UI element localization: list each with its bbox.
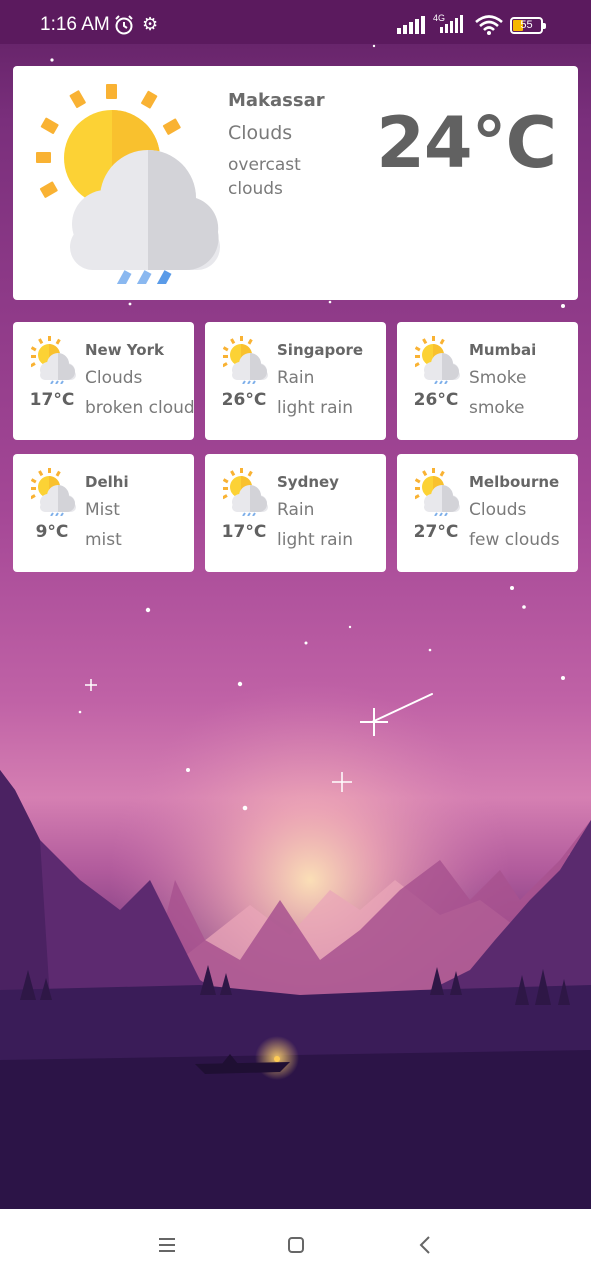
city-name: Sydney (277, 473, 339, 491)
status-bar: 1:16 AM ⚙ 4G 55 (0, 0, 591, 44)
city-description: smoke (469, 398, 525, 418)
sun-cloud-rain-icon (415, 468, 460, 516)
city-temperature: 17°C (29, 390, 75, 410)
city-name: Melbourne (469, 473, 560, 491)
sun-cloud-rain-icon (415, 336, 460, 384)
city-temperature: 26°C (413, 390, 459, 410)
gear-icon: ⚙ (142, 14, 159, 34)
main-description: overcast clouds (228, 155, 301, 199)
sun-cloud-rain-icon (223, 468, 268, 516)
main-city-name: Makassar (228, 90, 325, 111)
city-temperature: 27°C (413, 522, 459, 542)
current-weather-card[interactable]: Makassar Clouds overcast clouds 24°C (13, 66, 578, 300)
city-description: mist (85, 530, 122, 550)
main-temperature: 24°C (376, 102, 557, 184)
city-name: Mumbai (469, 341, 537, 359)
city-description: light rain (277, 530, 353, 550)
home-icon[interactable] (281, 1233, 311, 1257)
wifi-icon (474, 14, 504, 41)
network-type-icon: 4G (432, 12, 468, 41)
city-weather-card-delhi[interactable]: 9°C Delhi Mist mist (13, 454, 194, 572)
svg-text:4G: 4G (433, 13, 445, 23)
signal-icon (397, 15, 425, 40)
system-navigation-bar (0, 1209, 591, 1280)
city-description: light rain (277, 398, 353, 418)
battery-icon: 55 (510, 17, 546, 34)
menu-icon[interactable] (152, 1233, 182, 1257)
main-condition: Clouds (228, 122, 293, 144)
city-name: New York (85, 341, 164, 359)
city-weather-card-mumbai[interactable]: 26°C Mumbai Smoke smoke (397, 322, 578, 440)
city-weather-card-singapore[interactable]: 26°C Singapore Rain light rain (205, 322, 386, 440)
battery-level: 55 (520, 19, 533, 31)
sun-cloud-rain-icon (223, 336, 268, 384)
city-condition: Smoke (469, 368, 527, 388)
city-temperature: 9°C (35, 522, 69, 542)
city-name: Delhi (85, 473, 129, 491)
city-condition: Clouds (469, 500, 527, 520)
clock: 1:16 AM (40, 14, 110, 35)
city-condition: Mist (85, 500, 120, 520)
city-weather-card-sydney[interactable]: 17°C Sydney Rain light rain (205, 454, 386, 572)
city-condition: Rain (277, 500, 315, 520)
sun-cloud-rain-icon (31, 468, 76, 516)
city-name: Singapore (277, 341, 364, 359)
sun-cloud-rain-icon (36, 84, 220, 284)
city-temperature: 26°C (221, 390, 267, 410)
sun-cloud-rain-icon (31, 336, 76, 384)
city-description: broken clouds (85, 398, 194, 418)
city-weather-card-melbourne[interactable]: 27°C Melbourne Clouds few clouds (397, 454, 578, 572)
alarm-icon (113, 14, 135, 41)
city-condition: Rain (277, 368, 315, 388)
city-weather-card-new-york[interactable]: 17°C New York Clouds broken clouds (13, 322, 194, 440)
city-condition: Clouds (85, 368, 143, 388)
back-icon[interactable] (411, 1233, 441, 1257)
city-description: few clouds (469, 530, 560, 550)
city-temperature: 17°C (221, 522, 267, 542)
